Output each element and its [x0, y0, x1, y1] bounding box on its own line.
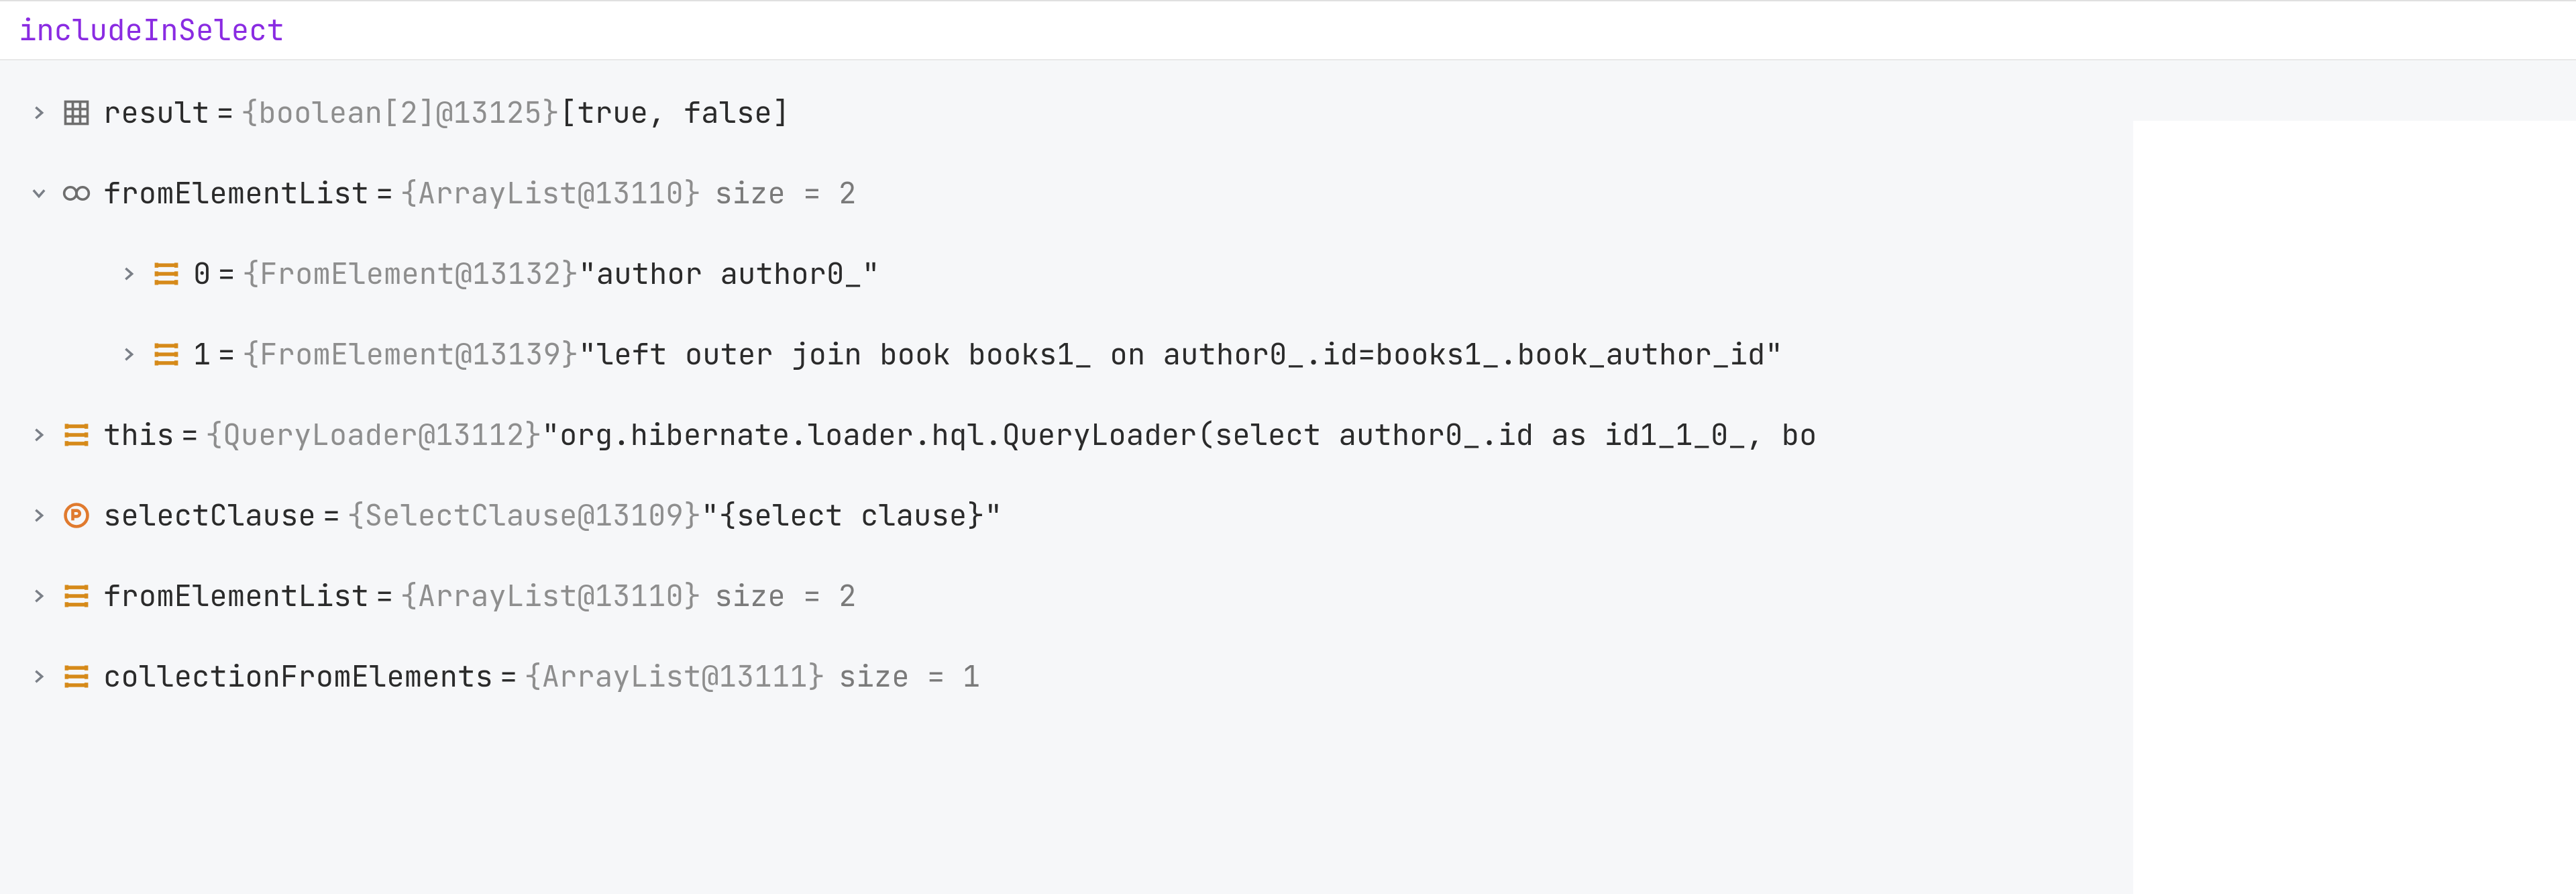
collection-size: size = 2: [714, 577, 856, 615]
variable-type: {QueryLoader@13112}: [205, 415, 542, 454]
expand-collapsed-icon[interactable]: [24, 426, 54, 444]
equals-sign: =: [216, 93, 233, 132]
array-grid-icon: [58, 98, 95, 128]
variable-type: {ArrayList@13110}: [400, 577, 701, 615]
expand-collapsed-icon[interactable]: [24, 506, 54, 525]
variable-name: 0: [193, 254, 211, 293]
expand-collapsed-icon[interactable]: [24, 667, 54, 686]
expand-collapsed-icon[interactable]: [114, 345, 144, 364]
variable-type: {SelectClause@13109}: [347, 496, 701, 535]
object-list-icon: [58, 581, 95, 611]
variable-type: {FromElement@13139}: [242, 335, 579, 374]
variable-value: "author author0_": [578, 254, 879, 293]
equals-sign: =: [323, 496, 340, 535]
variable-name: fromElementList: [103, 174, 369, 213]
variable-type: {ArrayList@13110}: [400, 174, 701, 213]
variable-type: {FromElement@13132}: [242, 254, 579, 293]
object-list-icon: [58, 662, 95, 691]
object-list-icon: [148, 340, 185, 369]
equals-sign: =: [500, 657, 517, 696]
expand-expanded-icon[interactable]: [24, 184, 54, 203]
variable-name: selectClause: [103, 496, 316, 535]
variable-value: "org.hibernate.loader.hql.QueryLoader(se…: [542, 415, 1817, 454]
variable-name: this: [103, 415, 174, 454]
property-icon: [58, 501, 95, 530]
watch-icon: [58, 179, 95, 208]
variable-value: "left outer join book books1_ on author0…: [578, 335, 1782, 374]
right-gutter: [2133, 121, 2576, 894]
equals-sign: =: [217, 335, 235, 374]
object-list-icon: [148, 259, 185, 289]
equals-sign: =: [217, 254, 235, 293]
variable-type: {ArrayList@13111}: [524, 657, 825, 696]
expand-collapsed-icon[interactable]: [24, 103, 54, 122]
variable-name: 1: [193, 335, 211, 374]
variable-type: {boolean[2]@13125}: [241, 93, 559, 132]
debugger-header: includeInSelect: [0, 0, 2576, 60]
variable-value: [true, false]: [559, 93, 790, 132]
collection-size: size = 2: [714, 174, 856, 213]
equals-sign: =: [181, 415, 199, 454]
object-list-icon: [58, 420, 95, 450]
expand-collapsed-icon[interactable]: [114, 264, 144, 283]
variable-name: collectionFromElements: [103, 657, 493, 696]
collection-size: size = 1: [839, 657, 980, 696]
variable-name: fromElementList: [103, 577, 369, 615]
equals-sign: =: [376, 577, 393, 615]
equals-sign: =: [376, 174, 393, 213]
variable-value: "{select clause}": [701, 496, 1002, 535]
watch-expression-title: includeInSelect: [19, 11, 284, 50]
variable-name: result: [103, 93, 209, 132]
expand-collapsed-icon[interactable]: [24, 587, 54, 605]
